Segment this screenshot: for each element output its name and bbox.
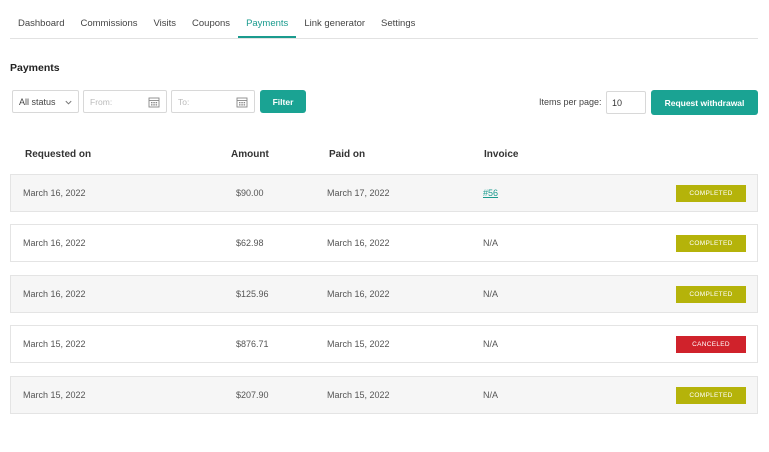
- filter-button[interactable]: Filter: [260, 90, 306, 113]
- table-row: March 16, 2022 $125.96 March 16, 2022 N/…: [10, 275, 758, 313]
- amount-cell: $876.71: [236, 339, 269, 349]
- tab-coupons[interactable]: Coupons: [184, 0, 238, 38]
- tab-settings[interactable]: Settings: [373, 0, 423, 38]
- calendar-icon: [236, 97, 248, 108]
- amount-cell: $207.90: [236, 390, 269, 400]
- request-withdrawal-button[interactable]: Request withdrawal: [651, 90, 758, 115]
- header-amount: Amount: [231, 149, 269, 160]
- header-requested-on: Requested on: [25, 149, 92, 160]
- requested-on-cell: March 16, 2022: [23, 188, 86, 198]
- status-select[interactable]: All status: [12, 90, 79, 113]
- tab-payments[interactable]: Payments: [238, 0, 297, 38]
- header-invoice: Invoice: [484, 149, 519, 160]
- status-badge: COMPLETED: [676, 286, 746, 303]
- requested-on-cell: March 16, 2022: [23, 289, 86, 299]
- items-per-page-label: Items per page:: [539, 97, 602, 107]
- requested-on-cell: March 15, 2022: [23, 339, 86, 349]
- status-badge: COMPLETED: [676, 387, 746, 404]
- requested-on-cell: March 16, 2022: [23, 238, 86, 248]
- paid-on-cell: March 16, 2022: [327, 238, 390, 248]
- from-date-input[interactable]: From:: [83, 90, 167, 113]
- tab-commissions[interactable]: Commissions: [72, 0, 145, 38]
- amount-cell: $62.98: [236, 238, 264, 248]
- status-select-value: All status: [19, 96, 56, 107]
- items-per-page-input[interactable]: 10: [606, 91, 646, 114]
- to-date-placeholder: To:: [178, 96, 190, 107]
- header-paid-on: Paid on: [329, 149, 366, 160]
- requested-on-cell: March 15, 2022: [23, 390, 86, 400]
- status-badge: CANCELED: [676, 336, 746, 353]
- paid-on-cell: March 15, 2022: [327, 339, 390, 349]
- amount-cell: $90.00: [236, 188, 264, 198]
- calendar-icon: [148, 97, 160, 108]
- table-row: March 16, 2022 $90.00 March 17, 2022 #56…: [10, 174, 758, 212]
- invoice-cell: N/A: [483, 289, 499, 299]
- tab-visits[interactable]: Visits: [146, 0, 185, 38]
- table-row: March 15, 2022 $876.71 March 15, 2022 N/…: [10, 325, 758, 363]
- tab-dashboard[interactable]: Dashboard: [10, 0, 72, 38]
- to-date-input[interactable]: To:: [171, 90, 255, 113]
- status-badge: COMPLETED: [676, 235, 746, 252]
- paid-on-cell: March 16, 2022: [327, 289, 390, 299]
- paid-on-cell: March 15, 2022: [327, 390, 390, 400]
- invoice-cell: N/A: [483, 390, 499, 400]
- page-title: Payments: [10, 62, 60, 74]
- invoice-cell: N/A: [483, 339, 499, 349]
- status-badge: COMPLETED: [676, 185, 746, 202]
- from-date-placeholder: From:: [90, 96, 113, 107]
- amount-cell: $125.96: [236, 289, 269, 299]
- chevron-down-icon: [65, 100, 72, 105]
- table-row: March 15, 2022 $207.90 March 15, 2022 N/…: [10, 376, 758, 414]
- table-row: March 16, 2022 $62.98 March 16, 2022 N/A…: [10, 224, 758, 262]
- tab-link-generator[interactable]: Link generator: [296, 0, 373, 38]
- paid-on-cell: March 17, 2022: [327, 188, 390, 198]
- invoice-cell: N/A: [483, 238, 499, 248]
- nav-tabs: Dashboard Commissions Visits Coupons Pay…: [10, 0, 758, 39]
- invoice-link[interactable]: #56: [483, 188, 498, 198]
